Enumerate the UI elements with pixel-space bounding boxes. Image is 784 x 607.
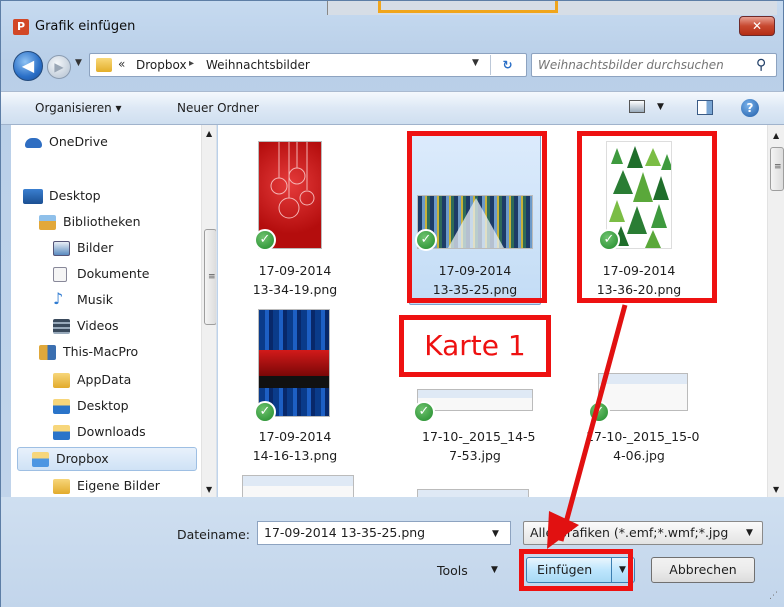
search-icon[interactable]: ⚲ <box>756 57 766 73</box>
insert-button[interactable]: Einfügen ▼ <box>526 557 635 583</box>
folder-icon <box>53 479 70 494</box>
cloud-icon <box>25 138 42 148</box>
file-tile-partial[interactable] <box>242 475 354 497</box>
insert-split-dropdown-icon[interactable]: ▼ <box>611 558 633 582</box>
sync-check-icon: ✓ <box>254 229 276 251</box>
organize-menu-button[interactable]: Organisieren ▾ <box>35 101 122 115</box>
search-input[interactable] <box>538 58 738 72</box>
view-options-chevron-icon[interactable]: ▼ <box>657 102 664 112</box>
filename-label: Dateiname: <box>177 527 251 542</box>
file-tile[interactable]: ✓ 17-10-_2015_15-0 4-06.jpg <box>582 305 700 465</box>
file-name-line1: 17-09-2014 <box>258 429 332 444</box>
scroll-down-icon[interactable]: ▼ <box>206 485 212 494</box>
scroll-up-icon[interactable]: ▲ <box>773 131 779 140</box>
file-name-line2: 4-06.jpg <box>613 448 665 463</box>
file-name-line1: 17-09-2014 <box>602 263 676 278</box>
preview-pane-icon[interactable] <box>697 100 713 115</box>
toolbar: Organisieren ▾ Neuer Ordner ▼ ? <box>1 91 784 125</box>
file-tile[interactable]: ✓ 17-09-2014 13-36-20.png <box>582 125 688 305</box>
thumbnail-browser-screenshot <box>598 373 688 411</box>
filename-field[interactable]: 17-09-2014 13-35-25.png ▼ <box>257 521 511 545</box>
new-folder-button[interactable]: Neuer Ordner <box>177 101 259 115</box>
filename-dropdown-icon[interactable]: ▼ <box>492 523 499 545</box>
file-tile-partial[interactable] <box>417 489 529 497</box>
file-name-line2: 7-53.jpg <box>449 448 501 463</box>
sync-check-icon: ✓ <box>588 401 610 423</box>
pictures-icon <box>53 241 70 256</box>
file-list: ✓ 17-09-2014 13-34-19.png ✓ 17-09-2014 1… <box>218 125 784 497</box>
file-name-line1: 17-09-2014 <box>438 263 512 278</box>
libraries-icon <box>39 215 56 230</box>
file-name-line1: 17-09-2014 <box>258 263 332 278</box>
navigation-pane: OneDrive Desktop Bibliotheken Bilder Dok… <box>11 125 217 497</box>
nav-item-dropbox[interactable]: Dropbox <box>17 447 197 471</box>
grip-icon: ≡ <box>208 272 216 282</box>
thumbnail-browser-screenshot <box>417 489 529 497</box>
file-name-line2: 13-35-25.png <box>432 282 518 297</box>
music-icon: ♪ <box>53 289 64 308</box>
filetype-select[interactable]: Alle Grafiken (*.emf;*.wmf;*.jpg ▼ <box>523 521 763 545</box>
insert-label: Einfügen <box>537 562 593 577</box>
tools-chevron-icon[interactable]: ▼ <box>491 565 498 575</box>
filetype-dropdown-icon[interactable]: ▼ <box>746 522 753 544</box>
file-name-line2: 13-36-20.png <box>596 282 682 297</box>
scroll-down-icon[interactable]: ▼ <box>773 485 779 494</box>
grip-icon: ≡ <box>774 162 782 172</box>
address-dropdown-icon[interactable]: ▼ <box>472 58 479 68</box>
powerpoint-icon: P <box>13 19 29 35</box>
user-folder-icon <box>39 345 56 360</box>
sync-check-icon: ✓ <box>254 401 276 423</box>
recent-locations-chevron-icon[interactable]: ▼ <box>75 58 82 68</box>
address-bar[interactable]: « Dropbox ▸ Weihnachtsbilder ▼ ↻ <box>89 53 527 77</box>
file-name-line2: 13-34-19.png <box>252 282 338 297</box>
videos-icon <box>53 319 70 334</box>
file-name-line1: 17-10-_2015_15-0 <box>586 429 700 444</box>
file-name-line2: 14-16-13.png <box>252 448 338 463</box>
back-button[interactable]: ◀ <box>13 51 43 81</box>
search-box[interactable]: ⚲ <box>531 53 777 77</box>
folder-icon <box>53 399 70 414</box>
filetype-value: Alle Grafiken (*.emf;*.wmf;*.jpg <box>530 525 729 540</box>
filename-value: 17-09-2014 13-35-25.png <box>264 525 426 540</box>
sync-check-icon: ✓ <box>413 401 435 423</box>
forward-button[interactable]: ▶ <box>47 55 71 79</box>
nav-scrollbar[interactable]: ▲ ≡ ▼ <box>201 125 216 497</box>
scroll-thumb[interactable]: ≡ <box>770 147 784 191</box>
file-tile[interactable]: ✓ 17-09-2014 14-16-13.png <box>242 305 348 465</box>
desktop-icon <box>23 189 43 204</box>
address-row: ◀ ▶ ▼ « Dropbox ▸ Weihnachtsbilder ▼ ↻ ⚲ <box>1 47 784 85</box>
cancel-button[interactable]: Abbrechen <box>651 557 755 583</box>
file-tile-selected[interactable]: ✓ 17-09-2014 13-35-25.png <box>409 125 541 305</box>
dropbox-icon <box>32 452 49 467</box>
breadcrumb-weihnachtsbilder[interactable]: Weihnachtsbilder <box>206 58 310 72</box>
sync-check-icon: ✓ <box>598 229 620 251</box>
window-title: Grafik einfügen <box>35 19 136 34</box>
downloads-icon <box>53 425 70 440</box>
file-name-line1: 17-10-_2015_14-5 <box>422 429 536 444</box>
folder-icon <box>53 373 70 388</box>
close-button[interactable]: ✕ <box>739 16 775 36</box>
folder-icon <box>96 58 112 72</box>
help-icon[interactable]: ? <box>741 99 759 117</box>
file-tile[interactable]: ✓ 17-09-2014 13-34-19.png <box>242 125 348 305</box>
annotation-label: Karte 1 <box>399 315 551 377</box>
tools-button[interactable]: Tools <box>437 563 468 578</box>
dialog-window: P Grafik einfügen ✕ ◀ ▶ ▼ « Dropbox ▸ We… <box>0 0 784 607</box>
refresh-button[interactable]: ↻ <box>490 55 524 75</box>
bottom-panel: Dateiname: 17-09-2014 13-35-25.png ▼ All… <box>1 497 784 607</box>
documents-icon <box>53 267 67 282</box>
breadcrumb-dropbox[interactable]: Dropbox <box>136 58 187 72</box>
change-view-icon[interactable] <box>629 100 645 113</box>
breadcrumb-overflow[interactable]: « <box>118 57 125 71</box>
scroll-thumb[interactable]: ≡ <box>204 229 216 325</box>
title-bar: P Grafik einfügen ✕ <box>1 1 784 47</box>
thumbnail-browser-screenshot <box>242 475 354 497</box>
file-scrollbar[interactable]: ▲ ≡ ▼ <box>767 125 784 497</box>
scroll-up-icon[interactable]: ▲ <box>206 129 212 138</box>
breadcrumb-separator-icon[interactable]: ▸ <box>189 58 194 69</box>
resize-grip-icon[interactable]: ⋰ <box>769 591 778 601</box>
sync-check-icon: ✓ <box>415 229 437 251</box>
